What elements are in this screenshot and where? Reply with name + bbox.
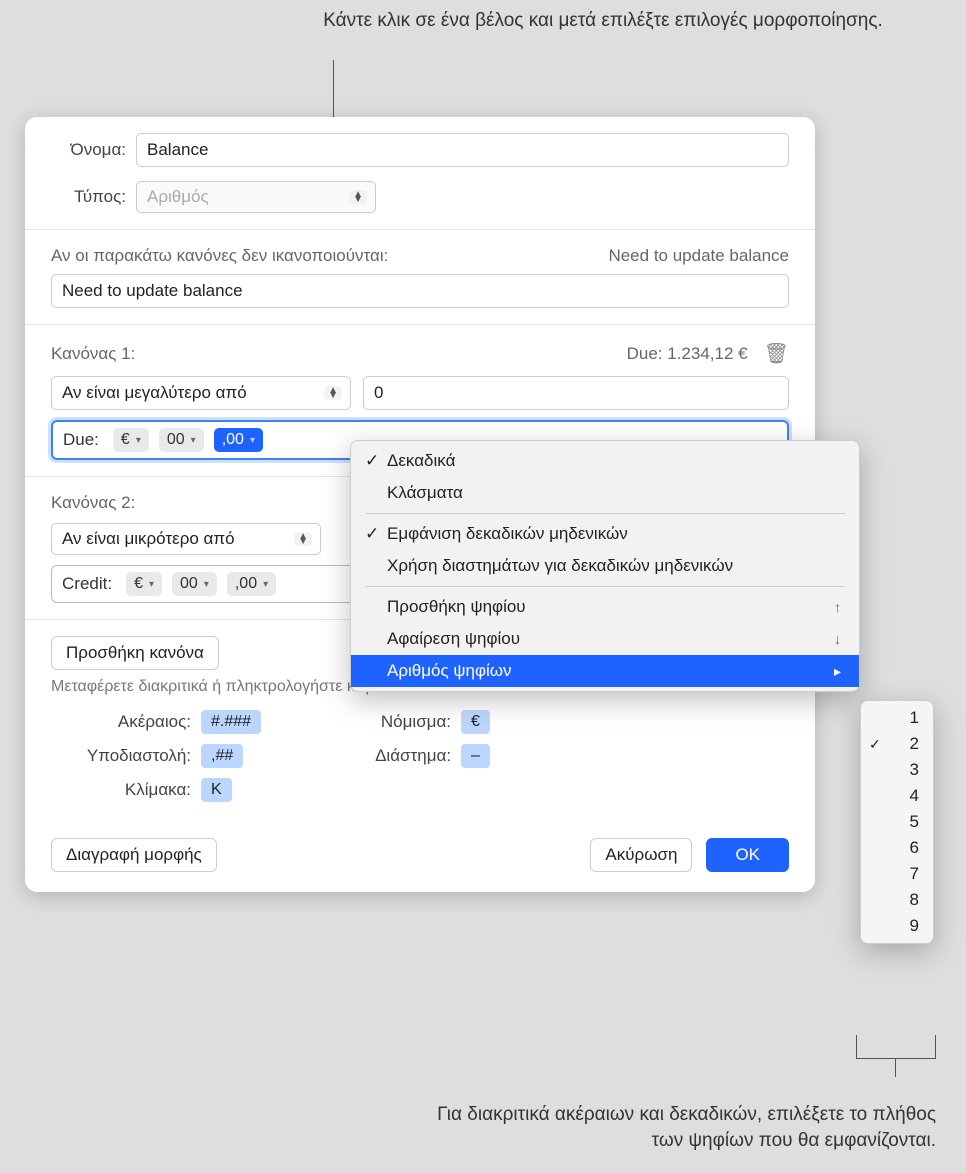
digit-option-2[interactable]: ✓2	[861, 731, 933, 757]
type-select-value: Αριθμός	[147, 187, 209, 207]
chip-currency[interactable]: €▾	[126, 572, 162, 596]
rule1-prefix: Due:	[63, 430, 103, 450]
rule2-prefix: Credit:	[62, 574, 116, 594]
chip-currency[interactable]: €▾	[113, 428, 149, 452]
digit-option-3[interactable]: 3	[861, 757, 933, 783]
type-label: Τύπος:	[51, 187, 136, 207]
rule2-condition-value: Αν είναι μικρότερο από	[62, 529, 235, 549]
menu-separator	[365, 586, 845, 587]
trash-icon[interactable]: 🗑	[764, 341, 789, 366]
menu-fractions[interactable]: Κλάσματα	[351, 477, 859, 509]
rule1-value-input[interactable]	[363, 376, 789, 410]
digit-option-4[interactable]: 4	[861, 783, 933, 809]
name-label: Όνομα:	[51, 140, 136, 160]
type-select[interactable]: Αριθμός ▲▼	[136, 181, 376, 213]
token-scale[interactable]: K	[201, 778, 232, 802]
callout-bracket	[856, 1035, 936, 1059]
token-decimal-label: Υποδιαστολή:	[61, 746, 191, 766]
menu-separator	[365, 513, 845, 514]
chip-integer[interactable]: 00▾	[159, 428, 204, 452]
token-integer[interactable]: #.###	[201, 710, 261, 734]
token-space-label: Διάστημα:	[321, 746, 451, 766]
token-decimal[interactable]: ,##	[201, 744, 243, 768]
rule1-label: Κανόνας 1:	[51, 344, 135, 364]
digit-count-submenu: 1✓23456789	[860, 700, 934, 944]
digit-option-9[interactable]: 9	[861, 913, 933, 939]
chevron-right-icon: ▸	[834, 663, 841, 680]
chevron-updown-icon: ▲▼	[324, 386, 342, 400]
cancel-button[interactable]: Ακύρωση	[590, 838, 692, 872]
fallback-input[interactable]	[51, 274, 789, 308]
rule2-label: Κανόνας 2:	[51, 493, 135, 513]
fallback-preview: Need to update balance	[608, 246, 789, 266]
digit-option-8[interactable]: 8	[861, 887, 933, 913]
digit-option-1[interactable]: 1	[861, 705, 933, 731]
format-popover: ✓Δεκαδικά Κλάσματα ✓Εμφάνιση δεκαδικών μ…	[350, 440, 860, 692]
fallback-label: Αν οι παρακάτω κανόνες δεν ικανοποιούντα…	[51, 246, 388, 266]
token-space[interactable]: –	[461, 744, 490, 768]
chevron-down-icon: ▾	[204, 579, 209, 590]
arrow-down-icon: ↓	[834, 631, 841, 647]
callout-bracket-stem	[895, 1059, 896, 1077]
chevron-updown-icon: ▲▼	[349, 190, 367, 204]
menu-digit-count[interactable]: Αριθμός ψηφίων▸	[351, 655, 859, 687]
name-input[interactable]	[136, 133, 789, 167]
chevron-down-icon: ▾	[149, 579, 154, 590]
callout-bottom: Για διακριτικά ακέραιων και δεκαδικών, ε…	[416, 1102, 936, 1155]
chevron-down-icon: ▾	[191, 435, 196, 446]
menu-remove-digit[interactable]: Αφαίρεση ψηφίου↓	[351, 623, 859, 655]
chip-decimal[interactable]: ,00▾	[227, 572, 276, 596]
digit-option-6[interactable]: 6	[861, 835, 933, 861]
token-scale-label: Κλίμακα:	[61, 780, 191, 800]
menu-decimals[interactable]: ✓Δεκαδικά	[351, 445, 859, 477]
token-currency-label: Νόμισμα:	[321, 712, 451, 732]
chevron-down-icon: ▾	[250, 435, 255, 446]
menu-show-zeros[interactable]: ✓Εμφάνιση δεκαδικών μηδενικών	[351, 518, 859, 550]
ok-button[interactable]: OK	[706, 838, 789, 872]
chip-integer[interactable]: 00▾	[172, 572, 217, 596]
rule1-condition-value: Αν είναι μεγαλύτερο από	[62, 383, 247, 403]
menu-use-spaces[interactable]: Χρήση διαστημάτων για δεκαδικών μηδενικώ…	[351, 550, 859, 582]
rule1-preview: Due: 1.234,12 €	[627, 344, 748, 364]
token-currency[interactable]: €	[461, 710, 490, 734]
rule2-condition-select[interactable]: Αν είναι μικρότερο από ▲▼	[51, 523, 321, 555]
delete-format-button[interactable]: Διαγραφή μορφής	[51, 838, 217, 872]
arrow-up-icon: ↑	[834, 599, 841, 615]
callout-top: Κάντε κλικ σε ένα βέλος και μετά επιλέξτ…	[300, 8, 906, 35]
digit-option-7[interactable]: 7	[861, 861, 933, 887]
chevron-updown-icon: ▲▼	[294, 532, 312, 546]
token-integer-label: Ακέραιος:	[61, 712, 191, 732]
rule1-condition-select[interactable]: Αν είναι μεγαλύτερο από ▲▼	[51, 376, 351, 410]
chevron-down-icon: ▾	[136, 435, 141, 446]
menu-add-digit[interactable]: Προσθήκη ψηφίου↑	[351, 591, 859, 623]
chip-decimal[interactable]: ,00▾	[214, 428, 263, 452]
digit-option-5[interactable]: 5	[861, 809, 933, 835]
chevron-down-icon: ▾	[263, 579, 268, 590]
add-rule-button[interactable]: Προσθήκη κανόνα	[51, 636, 219, 670]
